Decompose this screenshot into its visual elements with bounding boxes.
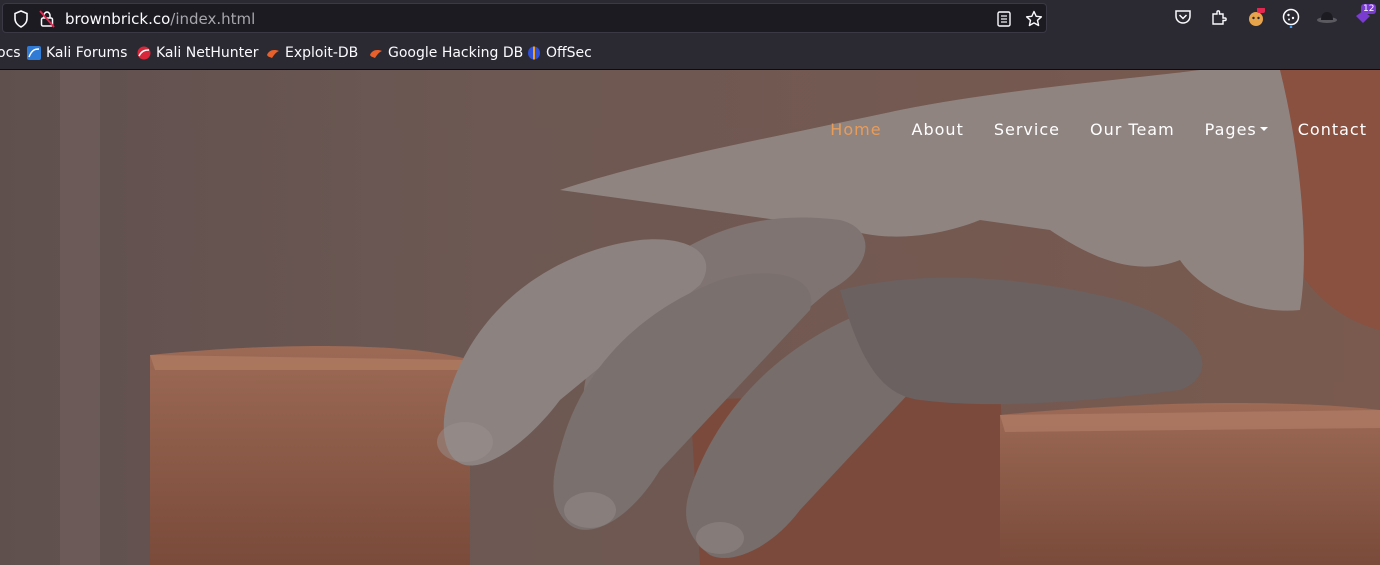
exploit-db-icon xyxy=(267,50,279,58)
shield-icon[interactable] xyxy=(13,10,29,28)
bookmark-google-hacking-db[interactable]: Google Hacking DB xyxy=(369,45,523,61)
offsec-icon xyxy=(528,46,540,60)
pocket-icon[interactable] xyxy=(1174,8,1192,26)
browser-chrome: brownbrick.co/index.html 12 ocs Kali For… xyxy=(0,0,1380,70)
kali-nethunter-icon xyxy=(137,46,151,60)
bookmark-label: ocs xyxy=(0,45,21,61)
kali-forums-icon xyxy=(27,46,41,60)
bookmark-kali-nethunter[interactable]: Kali NetHunter xyxy=(137,45,258,61)
hero-background-image xyxy=(0,70,1380,565)
fox-extension-icon[interactable] xyxy=(1246,8,1266,28)
extension-badge: 12 xyxy=(1361,4,1377,14)
bookmark-star-icon[interactable] xyxy=(1025,10,1043,28)
caret-down-icon xyxy=(1259,127,1268,131)
nav-about[interactable]: About xyxy=(912,120,964,139)
nav-service[interactable]: Service xyxy=(994,120,1060,139)
bookmark-offsec[interactable]: OffSec xyxy=(527,45,592,61)
url-path: /index.html xyxy=(170,10,256,28)
bookmark-label: Kali Forums xyxy=(46,45,128,61)
main-nav: Home About Service Our Team Pages Contac… xyxy=(800,120,1367,139)
nav-home[interactable]: Home xyxy=(830,120,881,139)
nav-pages-dropdown[interactable]: Pages xyxy=(1205,120,1268,139)
url-text[interactable]: brownbrick.co/index.html xyxy=(65,10,255,28)
hero-banner: Home About Service Our Team Pages Contac… xyxy=(0,70,1380,565)
url-bar[interactable]: brownbrick.co/index.html xyxy=(2,3,1047,33)
bookmarks-toolbar: ocs Kali Forums Kali NetHunter Exploit-D… xyxy=(0,36,1380,70)
lock-insecure-icon[interactable] xyxy=(39,10,55,28)
bookmark-exploit-db[interactable]: Exploit-DB xyxy=(266,45,358,61)
bookmark-label: Kali NetHunter xyxy=(156,45,259,61)
bookmark-kali-forums[interactable]: Kali Forums xyxy=(27,45,127,61)
bookmark-label: Google Hacking DB xyxy=(388,45,524,61)
cookie-extension-icon[interactable] xyxy=(1282,8,1300,28)
bookmark-label: OffSec xyxy=(546,45,592,61)
nav-our-team[interactable]: Our Team xyxy=(1090,120,1175,139)
url-host: brownbrick.co xyxy=(65,10,171,28)
nav-pages-label: Pages xyxy=(1204,120,1257,139)
google-hacking-db-icon xyxy=(370,50,382,58)
extensions-icon[interactable] xyxy=(1210,8,1228,26)
bookmark-docs[interactable]: ocs xyxy=(0,45,21,61)
reader-view-icon[interactable] xyxy=(997,11,1011,27)
nav-contact[interactable]: Contact xyxy=(1298,120,1367,139)
hat-extension-icon[interactable] xyxy=(1316,8,1338,26)
bookmark-label: Exploit-DB xyxy=(285,45,359,61)
